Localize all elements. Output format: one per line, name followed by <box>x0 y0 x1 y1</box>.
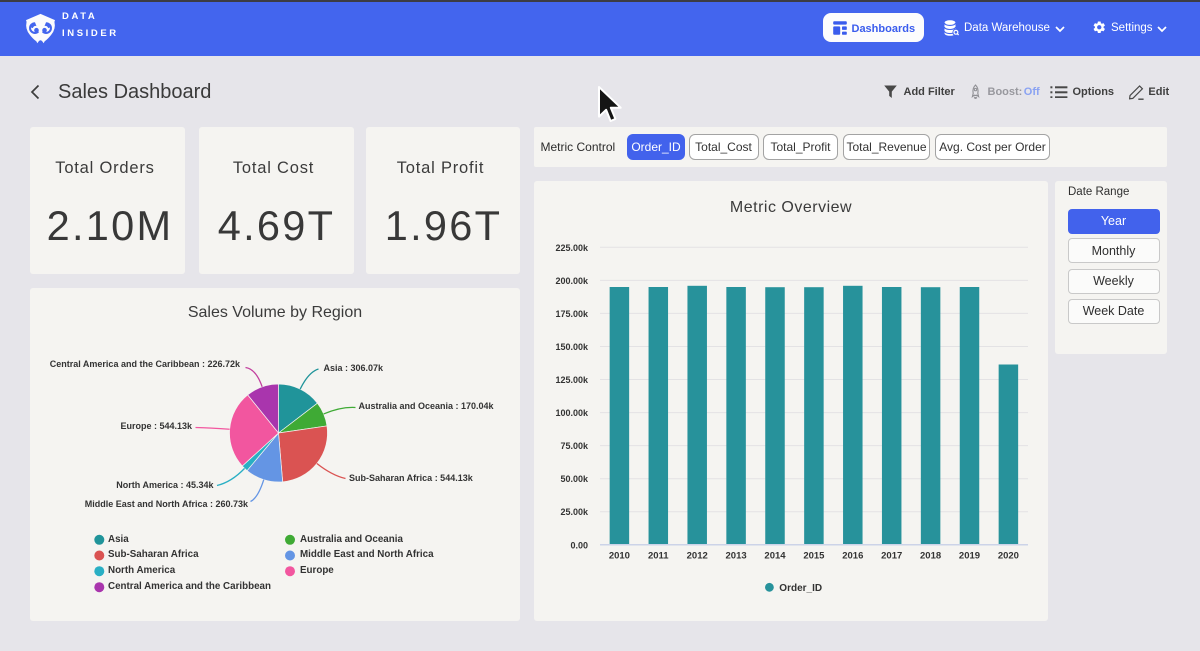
svg-text:75.00k: 75.00k <box>560 441 589 451</box>
svg-text:2017: 2017 <box>881 550 902 561</box>
svg-text:125.00k: 125.00k <box>555 375 589 385</box>
svg-text:2020: 2020 <box>998 550 1019 561</box>
svg-text:2013: 2013 <box>726 550 747 561</box>
svg-text:2010: 2010 <box>609 550 630 561</box>
svg-text:2019: 2019 <box>959 550 980 561</box>
svg-text:2011: 2011 <box>648 550 669 561</box>
svg-text:2016: 2016 <box>842 550 863 561</box>
svg-text:Order_ID: Order_ID <box>779 583 822 594</box>
svg-text:175.00k: 175.00k <box>555 308 589 318</box>
svg-text:225.00k: 225.00k <box>555 242 589 252</box>
svg-text:2012: 2012 <box>687 550 708 561</box>
svg-text:2015: 2015 <box>803 550 825 561</box>
svg-text:150.00k: 150.00k <box>555 342 589 352</box>
svg-text:100.00k: 100.00k <box>555 408 589 418</box>
svg-text:2014: 2014 <box>764 550 786 561</box>
svg-text:25.00k: 25.00k <box>560 507 589 517</box>
svg-text:50.00k: 50.00k <box>560 474 589 484</box>
svg-text:200.00k: 200.00k <box>555 275 589 285</box>
svg-text:0.00: 0.00 <box>570 540 588 550</box>
svg-text:2018: 2018 <box>920 550 941 561</box>
